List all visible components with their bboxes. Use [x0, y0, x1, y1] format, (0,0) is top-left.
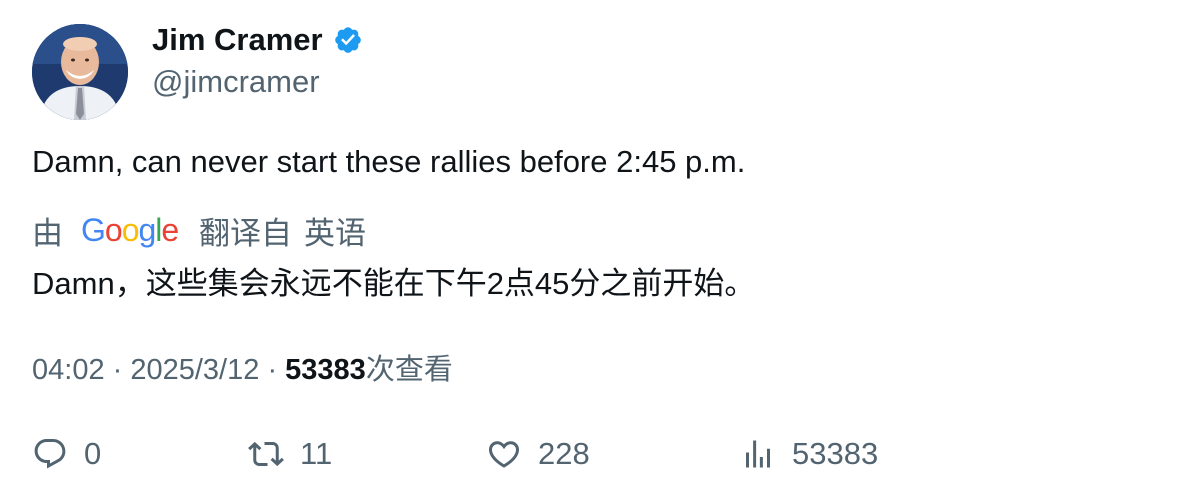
like-count: 228: [538, 436, 590, 471]
analytics-icon: [740, 436, 776, 472]
avatar-image: [32, 24, 128, 120]
like-button[interactable]: 228: [486, 432, 590, 476]
translation-attribution: 由 Google 翻译自 英语: [32, 208, 366, 253]
views-count: 53383: [285, 354, 366, 386]
source-language: 英语: [304, 216, 366, 251]
tweet-meta: 04:02 · 2025/3/12 · 53383次查看: [32, 346, 453, 388]
tweet-text: Damn, can never start these rallies befo…: [32, 144, 746, 179]
google-logo[interactable]: Google: [81, 214, 179, 248]
heart-icon: [486, 436, 522, 472]
tweet-card: Jim Cramer @jimcramer Damn, can never st…: [0, 0, 1196, 498]
translated-by-label: 由: [32, 216, 63, 251]
views-action-count: 53383: [792, 436, 879, 471]
reply-button[interactable]: 0: [32, 432, 101, 476]
tweet-time[interactable]: 04:02: [32, 354, 105, 386]
reply-count: 0: [84, 436, 102, 471]
retweet-button[interactable]: 11: [248, 432, 332, 476]
meta-separator: ·: [267, 354, 286, 386]
svg-text:Google: Google: [81, 214, 178, 248]
tweet-actions: 0 11 228 53383: [32, 432, 1164, 476]
tweet-date[interactable]: 2025/3/12: [130, 354, 259, 386]
translated-from-label: 翻译自: [199, 216, 292, 251]
meta-separator: ·: [112, 354, 131, 386]
views-button[interactable]: 53383: [740, 432, 878, 476]
retweet-icon: [248, 436, 284, 472]
display-name[interactable]: Jim Cramer: [152, 22, 323, 58]
verified-badge-icon[interactable]: [333, 25, 363, 55]
translated-text: Damn，这些集会永远不能在下午2点45分之前开始。: [32, 266, 756, 301]
retweet-count: 11: [300, 436, 333, 471]
author-name-row: Jim Cramer: [152, 22, 363, 58]
author-handle[interactable]: @jimcramer: [152, 64, 320, 100]
avatar[interactable]: [32, 24, 128, 120]
views-label: 次查看: [365, 354, 453, 386]
reply-icon: [32, 436, 68, 472]
